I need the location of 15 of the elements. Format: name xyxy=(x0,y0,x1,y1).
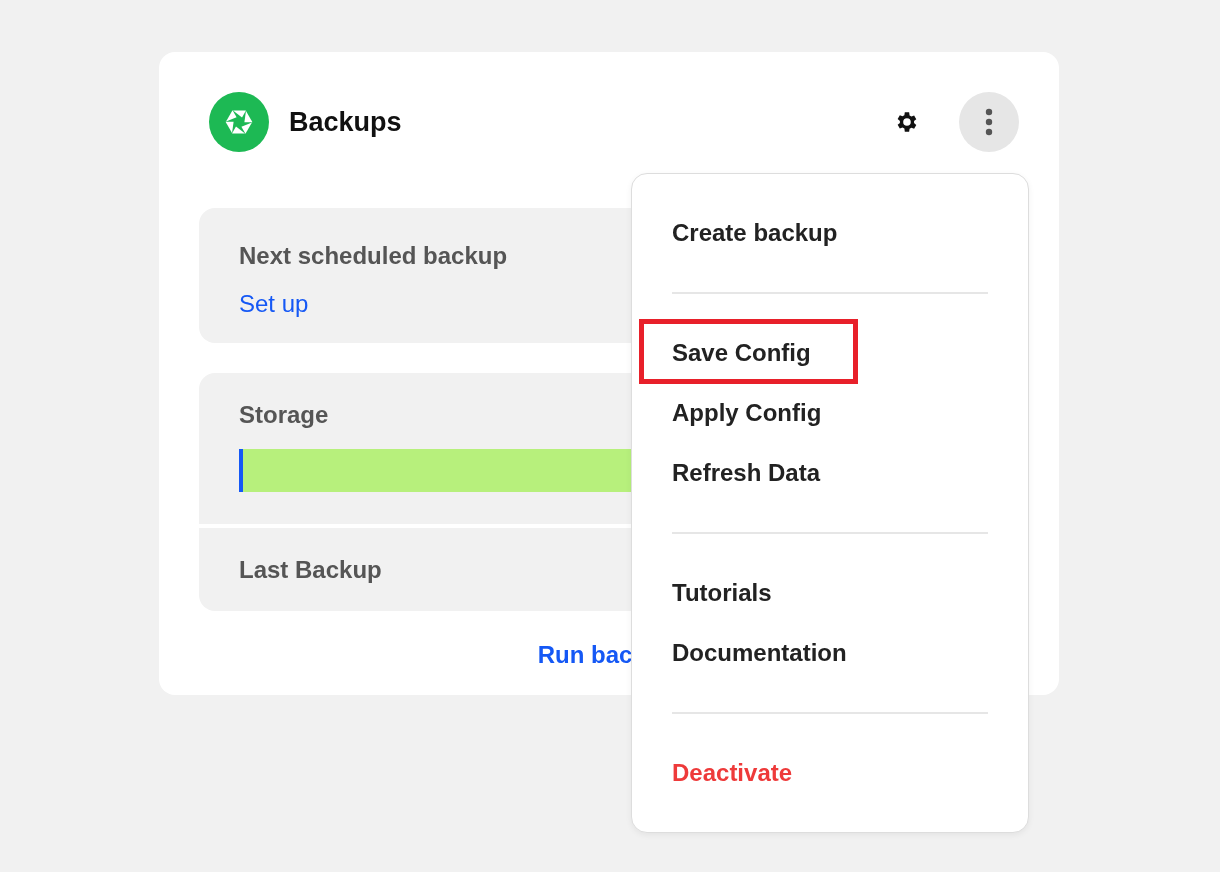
app-title: Backups xyxy=(289,106,403,138)
kebab-icon xyxy=(985,108,993,136)
menu-item[interactable]: Refresh Data xyxy=(672,448,821,498)
last-backup-label: Last Backup xyxy=(239,556,382,584)
menu-item[interactable]: Deactivate xyxy=(672,748,793,798)
logo-icon xyxy=(209,92,269,152)
menu-item[interactable]: Apply Config xyxy=(672,388,822,438)
schedule-label: Next scheduled backup xyxy=(239,242,508,270)
menu-item[interactable]: Tutorials xyxy=(672,568,772,618)
setup-link[interactable]: Set up xyxy=(239,290,309,318)
menu-item[interactable]: Documentation xyxy=(672,628,847,678)
menu-item[interactable]: Save Config xyxy=(672,328,811,378)
run-backup-link[interactable]: Run bac xyxy=(537,641,633,669)
storage-label: Storage xyxy=(239,401,329,429)
menu-item[interactable]: Create backup xyxy=(672,208,838,258)
